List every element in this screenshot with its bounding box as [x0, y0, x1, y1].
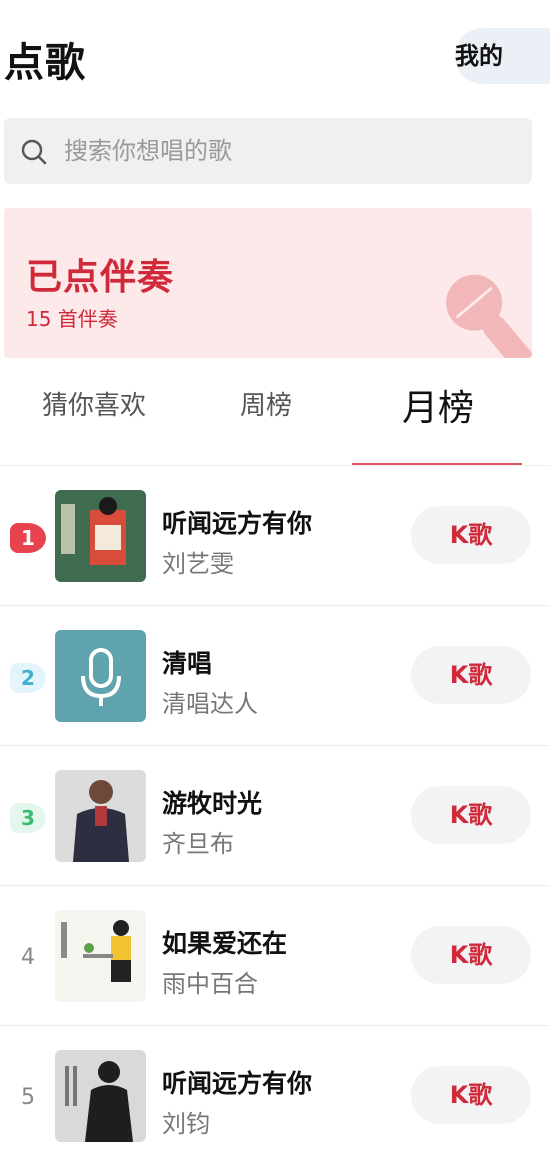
tab-weekly[interactable]: 周榜 [240, 385, 292, 422]
header: 点歌 我的 [0, 0, 550, 110]
sing-button[interactable]: K歌 [411, 646, 531, 704]
song-title: 听闻远方有你 [162, 509, 313, 538]
song-artist: 清唱达人 [162, 690, 258, 718]
song-title: 清唱 [162, 649, 213, 678]
rank-badge: 3 [10, 803, 46, 833]
album-cover [55, 910, 146, 1002]
sing-button[interactable]: K歌 [411, 506, 531, 564]
rank-badge: 2 [10, 663, 46, 693]
banner-subtitle: 15 首伴奏 [26, 307, 118, 331]
song-title: 听闻远方有你 [162, 1069, 313, 1098]
tab-guess-you-like[interactable]: 猜你喜欢 [42, 385, 146, 422]
song-row[interactable]: 3 游牧时光 齐旦布 K歌 [0, 746, 550, 886]
album-cover [55, 770, 146, 862]
rank-badge: 1 [10, 523, 46, 553]
search-bar[interactable] [4, 118, 532, 184]
album-cover [55, 630, 146, 722]
accompaniment-banner[interactable]: 已点伴奏 15 首伴奏 [4, 208, 532, 358]
sing-button[interactable]: K歌 [411, 786, 531, 844]
song-row[interactable]: 4 如果爱还在 雨中百合 K歌 [0, 886, 550, 1026]
my-button-label: 我的 [455, 42, 503, 70]
banner-title: 已点伴奏 [26, 257, 175, 298]
sing-button[interactable]: K歌 [411, 1066, 531, 1124]
page-title: 点歌 [4, 40, 86, 86]
tab-monthly[interactable]: 月榜 [402, 379, 474, 431]
ranking-tabs: 猜你喜欢 周榜 月榜 [0, 385, 550, 467]
song-row[interactable]: 2 清唱 清唱达人 K歌 [0, 606, 550, 746]
album-cover [55, 1050, 146, 1142]
song-title: 如果爱还在 [162, 929, 288, 958]
song-row[interactable]: 5 听闻远方有你 刘钧 K歌 [0, 1026, 550, 1166]
sing-button[interactable]: K歌 [411, 926, 531, 984]
song-artist: 刘艺雯 [162, 550, 234, 578]
song-artist: 刘钧 [162, 1110, 210, 1138]
album-cover [55, 490, 146, 582]
search-input[interactable] [62, 130, 506, 172]
song-artist: 齐旦布 [162, 830, 234, 858]
rank-number: 5 [21, 1085, 35, 1110]
microphone-icon [446, 274, 532, 358]
song-artist: 雨中百合 [162, 970, 258, 998]
song-title: 游牧时光 [162, 789, 263, 818]
search-icon [21, 139, 47, 165]
my-button[interactable]: 我的 [455, 28, 550, 84]
rank-number: 4 [21, 945, 35, 970]
song-row[interactable]: 1 听闻远方有你 刘艺雯 K歌 [0, 466, 550, 606]
